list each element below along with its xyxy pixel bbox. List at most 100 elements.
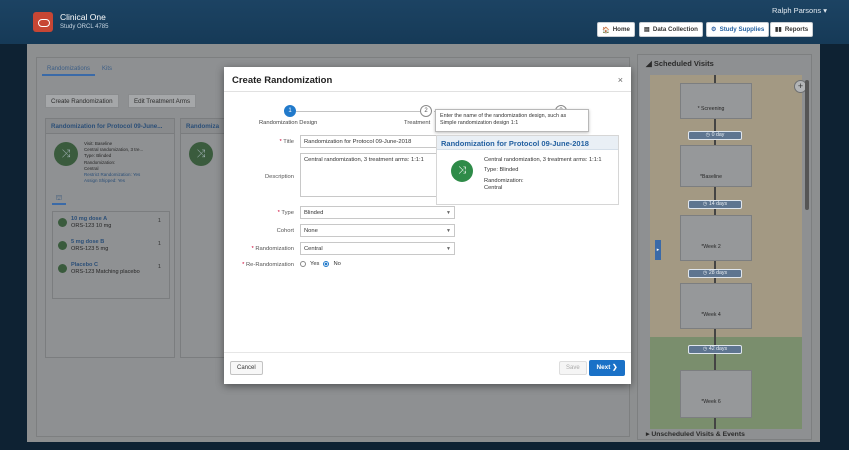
title-help-tooltip: Enter the name of the randomization desi…: [435, 109, 589, 132]
visit-card-screening[interactable]: * Screening: [680, 83, 752, 119]
interval-label: 28 days: [708, 270, 728, 276]
dialog-divider: [224, 91, 631, 92]
study-supplies-button[interactable]: ⚙ Study Supplies: [706, 22, 770, 37]
close-icon[interactable]: ×: [618, 75, 623, 85]
yes-label: Yes: [310, 261, 320, 267]
visit-label: *Baseline: [700, 174, 722, 180]
step-1-indicator[interactable]: 1: [284, 105, 296, 117]
bar-chart-icon: ▮▮: [775, 26, 782, 33]
randomization-label-text: Randomization: [255, 246, 294, 252]
cancel-button[interactable]: Cancel: [230, 361, 263, 375]
arm-name: 5 mg dose B: [71, 239, 105, 245]
panel-tabs: Randomizations Kits: [42, 64, 118, 76]
info-assign-shipped: Assign Shipped: Yes: [84, 178, 126, 184]
randomization-card-2[interactable]: Randomiza ⤨: [180, 118, 230, 358]
visit-label: *Week 2: [701, 244, 721, 250]
app-title: Clinical One: [60, 12, 106, 22]
interval-label: 0 day: [711, 132, 725, 138]
data-collection-button[interactable]: ▤ Data Collection: [639, 22, 703, 37]
randomization-card[interactable]: Randomization for Protocol 09-June... ⤨ …: [45, 118, 175, 358]
title-label: * Title: [224, 139, 294, 145]
cohort-select[interactable]: None ▼: [300, 224, 455, 237]
user-name: Ralph Parsons: [771, 6, 822, 15]
arm-icon: [58, 264, 67, 273]
list-item[interactable]: Placebo C ORS-123 Matching placebo 1: [57, 261, 165, 281]
preview-randomization-label: Randomization:: [484, 178, 524, 184]
save-button[interactable]: Save: [559, 361, 587, 375]
description-label: Description: [265, 174, 294, 180]
study-supplies-label: Study Supplies: [719, 26, 765, 33]
chevron-down-icon: ▼: [446, 210, 451, 216]
chevron-down-icon: ▼: [446, 246, 451, 252]
edit-treatment-arms-button[interactable]: Edit Treatment Arms: [128, 94, 197, 108]
visit-label: *Week 4: [701, 312, 721, 318]
arm-ratio: 1: [157, 218, 161, 224]
step-2-label: Treatment: [404, 120, 431, 126]
scheduled-visits-panel: ◢ Scheduled Visits + * Screening ◷ 0 day…: [637, 54, 812, 440]
oracle-logo-icon[interactable]: [33, 12, 53, 32]
visit-card-week-2[interactable]: *Week 2: [680, 215, 752, 261]
visit-card-week-6[interactable]: *Week 6: [680, 370, 752, 418]
list-item[interactable]: 10 mg dose A ORS-123 10 mg 1: [57, 215, 165, 235]
unscheduled-visits-label: Unscheduled Visits & Events: [651, 431, 745, 438]
type-select[interactable]: Blinded ▼: [300, 206, 455, 219]
tab-kits[interactable]: Kits: [97, 64, 118, 76]
arms-tab-icon[interactable]: ⛫: [52, 194, 66, 205]
interval-badge: ◷ 14 days: [688, 200, 742, 209]
title-label-text: Title: [283, 139, 294, 145]
arm-detail: ORS-123 Matching placebo: [71, 269, 140, 275]
chevron-down-icon: ▼: [446, 228, 451, 234]
supplies-icon: ⚙: [711, 26, 717, 33]
scrollbar[interactable]: [805, 80, 809, 210]
type-value: Blinded: [304, 210, 324, 216]
interval-label: 14 days: [708, 201, 728, 207]
scheduled-visits-label: Scheduled Visits: [653, 59, 714, 68]
treatment-arm-list: 10 mg dose A ORS-123 10 mg 1 5 mg dose B…: [52, 211, 170, 299]
arm-icon: [58, 241, 67, 250]
footer-divider: [224, 352, 631, 353]
shuffle-icon: ⤨: [451, 160, 473, 182]
arm-ratio: 1: [157, 264, 161, 270]
visit-card-baseline[interactable]: *Baseline: [680, 145, 752, 187]
interval-badge: ◷ 42 days: [688, 345, 742, 354]
visit-card-week-4[interactable]: *Week 4: [680, 283, 752, 329]
title-field[interactable]: Randomization for Protocol 09-June-2018: [300, 135, 455, 148]
interval-label: 42 days: [708, 346, 728, 352]
panel-collapse-handle[interactable]: ▸: [655, 240, 661, 260]
reports-label: Reports: [784, 26, 809, 33]
preview-randomization-value: Central: [484, 185, 503, 191]
app-header: Clinical One Study ORCL 4785 Ralph Parso…: [0, 0, 849, 44]
visit-label: * Screening: [697, 106, 725, 112]
description-field[interactable]: Central randomization, 3 treatment arms:…: [300, 153, 455, 197]
reports-button[interactable]: ▮▮ Reports: [770, 22, 814, 37]
user-menu[interactable]: Ralph Parsons ▾: [772, 6, 827, 15]
scheduled-visits-title[interactable]: ◢ Scheduled Visits: [646, 59, 714, 68]
unscheduled-visits-toggle[interactable]: ▸ Unscheduled Visits & Events: [646, 430, 745, 438]
arm-ratio: 1: [157, 241, 161, 247]
randomization-preview-card: Randomization for Protocol 09-June-2018 …: [436, 135, 619, 205]
shuffle-icon: ⤨: [54, 142, 78, 166]
rerandomization-radio-group: Yes No: [300, 261, 341, 267]
no-label: No: [333, 261, 341, 267]
step-1-label: Randomization Design: [259, 120, 318, 126]
chevron-right-icon: ❯: [612, 364, 618, 371]
home-label: Home: [612, 26, 630, 33]
next-button[interactable]: Next ❯: [589, 360, 625, 376]
arm-icon: [58, 218, 67, 227]
arm-detail: ORS-123 5 mg: [71, 246, 109, 252]
interval-badge: ◷ 28 days: [688, 269, 742, 278]
tab-randomizations[interactable]: Randomizations: [42, 64, 96, 76]
arm-name: Placebo C: [71, 262, 99, 268]
visit-label: *Week 6: [701, 399, 721, 405]
create-randomization-button[interactable]: Create Randomization: [45, 94, 119, 108]
rerandomization-yes-radio[interactable]: [300, 261, 306, 267]
preview-description: Central randomization, 3 treatment arms:…: [484, 157, 602, 163]
rerandomization-no-radio[interactable]: [323, 261, 330, 267]
list-item[interactable]: 5 mg dose B ORS-123 5 mg 1: [57, 238, 165, 258]
randomization-select[interactable]: Central ▼: [300, 242, 455, 255]
step-2-indicator[interactable]: 2: [420, 105, 432, 117]
create-randomization-dialog: Create Randomization × 1 Randomization D…: [224, 67, 631, 384]
type-label-text: Type: [281, 210, 294, 216]
home-button[interactable]: 🏠 Home: [597, 22, 635, 37]
data-collection-label: Data Collection: [652, 26, 698, 33]
